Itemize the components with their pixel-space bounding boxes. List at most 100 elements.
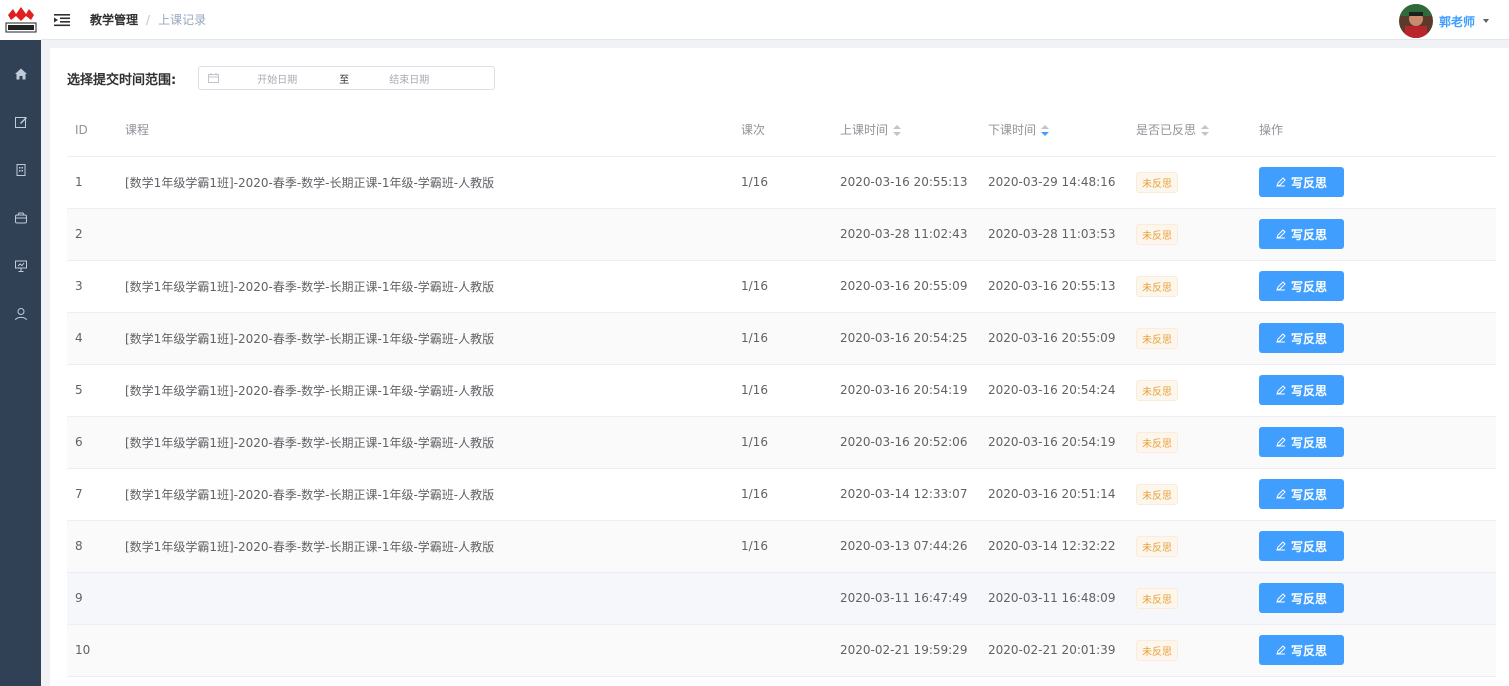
status-badge: 未反思 [1136,379,1178,401]
write-reflection-label: 写反思 [1290,383,1327,398]
end-date-input[interactable]: 结束日期 [389,71,429,86]
logo-mark-icon [5,7,36,33]
table-row: 7 [数学1年级学霸1班]-2020-春季-数学-长期正课-1年级-学霸班-人教… [67,468,1496,521]
top-navbar: 教学管理 / 上课记录 郭老师 [41,0,1509,40]
sort-icon[interactable] [893,125,902,137]
avatar[interactable] [1398,4,1433,38]
col-header-start-label: 上课时间 [840,123,889,138]
cell-operation: 写反思 [1259,312,1496,365]
cell-start-time: 2020-03-16 20:55:13 [840,156,988,209]
cell-course: [数学1年级学霸1班]-2020-春季-数学-长期正课-1年级-学霸班-人教版 [125,312,741,365]
sort-active-icon[interactable] [1041,125,1050,137]
main-content: 选择提交时间范围: 开始日期 至 结束日期 ID 课程 课次 上课时间 下课时间 [50,48,1509,686]
brand-logo[interactable] [0,0,41,40]
table-row: 3 [数学1年级学霸1班]-2020-春季-数学-长期正课-1年级-学霸班-人教… [67,260,1496,313]
sidebar-item-edit[interactable] [0,98,41,146]
username[interactable]: 郭老师 [1439,13,1475,30]
calendar-icon [208,73,220,83]
pencil-icon [1276,229,1286,239]
sidebar-item-user[interactable] [0,290,41,338]
write-reflection-button[interactable]: 写反思 [1259,167,1344,197]
class-records-table: ID 课程 课次 上课时间 下课时间 是否已反思 操作 1 [数学1年级学霸1班… [67,104,1496,677]
sort-icon[interactable] [1201,125,1210,137]
sidebar-item-box[interactable] [0,194,41,242]
write-reflection-button[interactable]: 写反思 [1259,271,1344,301]
write-reflection-button[interactable]: 写反思 [1259,323,1344,353]
user-menu[interactable]: 郭老师 [1398,4,1489,38]
pencil-icon [1276,489,1286,499]
write-reflection-label: 写反思 [1290,487,1327,502]
date-filter: 选择提交时间范围: 开始日期 至 结束日期 [67,66,496,90]
cell-id: 7 [67,468,125,521]
start-date-input[interactable]: 开始日期 [257,71,297,86]
pencil-icon [1276,177,1286,187]
cell-operation: 写反思 [1259,208,1496,261]
table-row: 9 2020-03-11 16:47:49 2020-03-11 16:48:0… [67,572,1496,625]
cell-start-time: 2020-03-16 20:52:06 [840,416,988,469]
cell-course: [数学1年级学霸1班]-2020-春季-数学-长期正课-1年级-学霸班-人教版 [125,260,741,313]
cell-start-time: 2020-03-11 16:47:49 [840,572,988,625]
write-reflection-label: 写反思 [1290,643,1327,658]
table-row: 4 [数学1年级学霸1班]-2020-春季-数学-长期正课-1年级-学霸班-人教… [67,312,1496,365]
status-badge: 未反思 [1136,327,1178,349]
write-reflection-label: 写反思 [1290,435,1327,450]
sidebar-item-presentation[interactable] [0,242,41,290]
cell-count: 1/16 [741,468,840,521]
cell-start-time: 2020-03-16 20:55:09 [840,260,988,313]
cell-count: 1/16 [741,156,840,209]
write-reflection-label: 写反思 [1290,279,1327,294]
cell-count: 1/16 [741,416,840,469]
cell-start-time: 2020-03-16 20:54:19 [840,364,988,417]
cell-id: 2 [67,208,125,261]
write-reflection-button[interactable]: 写反思 [1259,531,1344,561]
cell-id: 9 [67,572,125,625]
write-reflection-button[interactable]: 写反思 [1259,427,1344,457]
col-header-start-time[interactable]: 上课时间 [840,104,988,157]
menu-fold-icon[interactable] [54,13,70,27]
cell-id: 1 [67,156,125,209]
cell-count: 1/16 [741,260,840,313]
col-header-course: 课程 [125,104,741,157]
write-reflection-button[interactable]: 写反思 [1259,375,1344,405]
sidebar-item-home[interactable] [0,50,41,98]
cell-reflected: 未反思 [1136,208,1259,261]
status-badge: 未反思 [1136,223,1178,245]
cell-operation: 写反思 [1259,572,1496,625]
write-reflection-label: 写反思 [1290,539,1327,554]
cell-course: [数学1年级学霸1班]-2020-春季-数学-长期正课-1年级-学霸班-人教版 [125,416,741,469]
table-header-row: ID 课程 课次 上课时间 下课时间 是否已反思 操作 [67,104,1496,157]
user-icon [14,308,27,321]
pencil-icon [1276,281,1286,291]
write-reflection-label: 写反思 [1290,227,1327,242]
col-header-end-time[interactable]: 下课时间 [988,104,1136,157]
cell-operation: 写反思 [1259,520,1496,573]
cell-start-time: 2020-03-14 12:33:07 [840,468,988,521]
cell-end-time: 2020-03-16 20:54:24 [988,364,1136,417]
write-reflection-button[interactable]: 写反思 [1259,635,1344,665]
sidebar-item-building[interactable] [0,146,41,194]
status-badge: 未反思 [1136,483,1178,505]
cell-operation: 写反思 [1259,624,1496,677]
col-header-reflected[interactable]: 是否已反思 [1136,104,1259,157]
write-reflection-button[interactable]: 写反思 [1259,583,1344,613]
status-badge: 未反思 [1136,535,1178,557]
status-badge: 未反思 [1136,587,1178,609]
date-range-picker[interactable]: 开始日期 至 结束日期 [198,66,496,90]
cell-reflected: 未反思 [1136,520,1259,573]
cell-id: 6 [67,416,125,469]
caret-down-icon[interactable] [1483,19,1489,23]
cell-count: 1/16 [741,364,840,417]
breadcrumb-root[interactable]: 教学管理 [90,11,138,28]
building-icon [16,164,25,176]
table-row: 2 2020-03-28 11:02:43 2020-03-28 11:03:5… [67,208,1496,261]
sidebar [0,0,41,686]
write-reflection-button[interactable]: 写反思 [1259,219,1344,249]
box-icon [14,212,27,224]
write-reflection-button[interactable]: 写反思 [1259,479,1344,509]
cell-count [741,624,840,677]
cell-id: 10 [67,624,125,677]
cell-course: [数学1年级学霸1班]-2020-春季-数学-长期正课-1年级-学霸班-人教版 [125,468,741,521]
col-header-end-label: 下课时间 [988,123,1037,138]
breadcrumb: 教学管理 / 上课记录 [90,11,206,28]
cell-course [125,208,741,261]
